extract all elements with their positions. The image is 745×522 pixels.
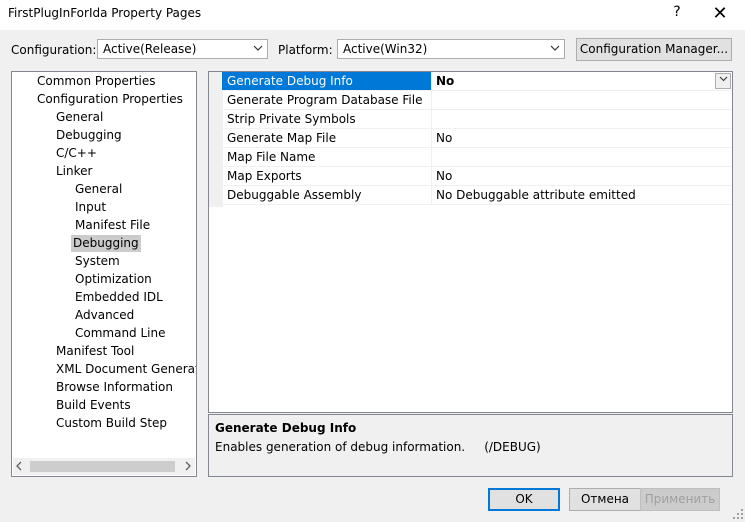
tree-item-linker-advanced[interactable]: Advanced bbox=[73, 307, 136, 324]
scrollbar-thumb[interactable] bbox=[30, 461, 175, 472]
property-value[interactable]: No bbox=[432, 72, 732, 90]
configuration-value: Active(Release) bbox=[103, 42, 197, 56]
configuration-manager-button[interactable]: Configuration Manager... bbox=[576, 38, 732, 61]
property-name: Map Exports bbox=[222, 167, 432, 185]
property-value[interactable] bbox=[432, 91, 732, 109]
platform-value: Active(Win32) bbox=[343, 42, 428, 56]
property-row-map-exports[interactable]: Map Exports No bbox=[222, 167, 732, 186]
tree-item-linker-input[interactable]: Input bbox=[73, 199, 108, 216]
chevron-down-icon bbox=[550, 41, 560, 58]
property-row-generate-map-file[interactable]: Generate Map File No bbox=[222, 129, 732, 148]
platform-label: Platform: bbox=[278, 43, 333, 57]
platform-select[interactable]: Active(Win32) bbox=[337, 39, 565, 59]
scroll-right-icon[interactable] bbox=[184, 459, 192, 476]
title-bar: FirstPlugInForIda Property Pages ? ✕ bbox=[0, 0, 745, 30]
chevron-down-icon bbox=[253, 41, 263, 58]
chevron-down-icon[interactable] bbox=[715, 73, 731, 89]
property-value[interactable] bbox=[432, 110, 732, 128]
grid-gutter bbox=[209, 72, 223, 207]
tree-item-xml-document-generator[interactable]: XML Document Generator bbox=[54, 361, 196, 378]
close-button[interactable]: ✕ bbox=[708, 3, 732, 25]
tree-item-configuration-properties[interactable]: Configuration Properties bbox=[35, 91, 185, 108]
tree-item-debugging[interactable]: Debugging bbox=[54, 127, 124, 144]
scroll-left-icon[interactable] bbox=[15, 459, 23, 476]
property-name: Strip Private Symbols bbox=[222, 110, 432, 128]
tree-item-custom-build-step[interactable]: Custom Build Step bbox=[54, 415, 169, 432]
tree-item-linker-general[interactable]: General bbox=[73, 181, 124, 198]
tree-item-browse-information[interactable]: Browse Information bbox=[54, 379, 175, 396]
property-row-strip-private-symbols[interactable]: Strip Private Symbols bbox=[222, 110, 732, 129]
tree-item-linker-optimization[interactable]: Optimization bbox=[73, 271, 154, 288]
help-button[interactable]: ? bbox=[665, 4, 689, 24]
property-name: Map File Name bbox=[222, 148, 432, 166]
tree-item-general[interactable]: General bbox=[54, 109, 105, 126]
description-panel: Generate Debug Info Enables generation o… bbox=[208, 414, 733, 477]
tree-item-common-properties[interactable]: Common Properties bbox=[35, 73, 158, 90]
apply-button[interactable]: Применить bbox=[640, 488, 720, 511]
property-grid[interactable]: Generate Debug Info No Generate Program … bbox=[208, 71, 733, 413]
configuration-select[interactable]: Active(Release) bbox=[97, 39, 268, 59]
cancel-button[interactable]: Отмена bbox=[569, 488, 641, 511]
property-row-map-file-name[interactable]: Map File Name bbox=[222, 148, 732, 167]
configuration-label: Configuration: bbox=[11, 43, 97, 57]
window-title: FirstPlugInForIda Property Pages bbox=[8, 6, 202, 20]
resize-grip-icon[interactable] bbox=[733, 508, 743, 519]
property-name: Generate Debug Info bbox=[222, 72, 432, 90]
ok-button[interactable]: OK bbox=[488, 488, 560, 511]
tree-item-c-cpp[interactable]: C/C++ bbox=[54, 145, 99, 162]
tree-item-linker-system[interactable]: System bbox=[73, 253, 122, 270]
property-value[interactable]: No bbox=[432, 129, 732, 147]
property-row-generate-debug-info[interactable]: Generate Debug Info No bbox=[222, 72, 732, 91]
tree-item-linker-embedded-idl[interactable]: Embedded IDL bbox=[73, 289, 165, 306]
tree-item-linker-debugging[interactable]: Debugging bbox=[71, 235, 141, 252]
property-name: Debuggable Assembly bbox=[222, 186, 432, 204]
property-name: Generate Program Database File bbox=[222, 91, 432, 109]
description-title: Generate Debug Info bbox=[215, 421, 357, 435]
property-name: Generate Map File bbox=[222, 129, 432, 147]
property-value[interactable] bbox=[432, 148, 732, 166]
category-tree[interactable]: Common Properties Configuration Properti… bbox=[11, 71, 197, 477]
tree-item-build-events[interactable]: Build Events bbox=[54, 397, 133, 414]
property-row-debuggable-assembly[interactable]: Debuggable Assembly No Debuggable attrib… bbox=[222, 186, 732, 205]
property-value[interactable]: No bbox=[432, 167, 732, 185]
tree-item-linker-manifest-file[interactable]: Manifest File bbox=[73, 217, 152, 234]
tree-item-linker-command-line[interactable]: Command Line bbox=[73, 325, 168, 342]
tree-item-manifest-tool[interactable]: Manifest Tool bbox=[54, 343, 136, 360]
description-text: Enables generation of debug information.… bbox=[215, 440, 541, 454]
property-value[interactable]: No Debuggable attribute emitted bbox=[432, 186, 732, 204]
property-row-generate-program-database-file[interactable]: Generate Program Database File bbox=[222, 91, 732, 110]
tree-horizontal-scrollbar[interactable] bbox=[13, 458, 195, 475]
tree-item-linker[interactable]: Linker bbox=[54, 163, 94, 180]
